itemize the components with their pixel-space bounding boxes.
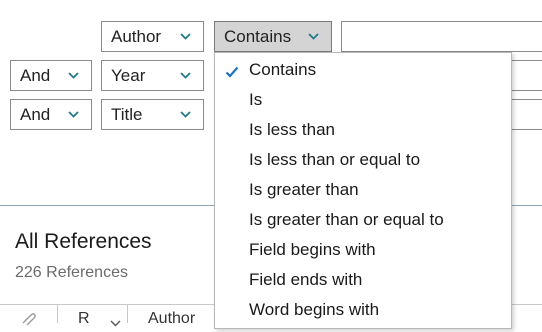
menu-item-label: Contains	[249, 60, 317, 79]
menu-item-label: Word begins with	[249, 300, 380, 319]
menu-item-label: Is greater than	[249, 180, 359, 199]
operator-select-row-1[interactable]: Contains	[214, 21, 332, 52]
field-select-row-1[interactable]: Author	[101, 21, 204, 52]
chevron-down-icon	[68, 72, 79, 79]
menu-item-label: Field begins with	[249, 240, 376, 259]
menu-item-label: Is less than or equal to	[249, 150, 421, 169]
chevron-down-icon	[68, 111, 79, 118]
menu-item-is[interactable]: Is	[215, 85, 511, 115]
menu-item-label: Field ends with	[249, 270, 363, 289]
chevron-down-icon	[180, 72, 191, 79]
connector-select-label: And	[20, 65, 51, 85]
field-select-label: Title	[111, 104, 143, 124]
connector-select-label: And	[20, 104, 51, 124]
paperclip-icon[interactable]	[20, 311, 36, 330]
menu-item-is-less-than-or-equal-to[interactable]: Is less than or equal to	[215, 145, 511, 175]
chevron-down-icon	[308, 33, 319, 40]
operator-dropdown-menu: Contains Is Is less than Is less than or…	[214, 52, 512, 329]
column-separator	[127, 304, 128, 323]
field-select-row-2[interactable]: Year	[101, 60, 204, 91]
menu-item-label: Is greater than or equal to	[249, 210, 444, 229]
field-select-row-3[interactable]: Title	[101, 99, 204, 130]
chevron-down-icon[interactable]	[110, 314, 121, 332]
menu-item-label: Is	[249, 90, 263, 109]
column-separator	[57, 304, 58, 323]
column-header-author[interactable]: Author	[148, 310, 195, 328]
field-select-label: Author	[111, 26, 162, 46]
menu-item-is-greater-than-or-equal-to[interactable]: Is greater than or equal to	[215, 205, 511, 235]
menu-item-is-greater-than[interactable]: Is greater than	[215, 175, 511, 205]
search-value-input-row-1[interactable]	[341, 21, 542, 52]
checkmark-icon	[225, 63, 239, 83]
menu-item-is-less-than[interactable]: Is less than	[215, 115, 511, 145]
chevron-down-icon	[180, 33, 191, 40]
menu-item-field-ends-with[interactable]: Field ends with	[215, 265, 511, 295]
operator-select-label: Contains	[224, 26, 292, 46]
library-title: All References	[15, 230, 152, 253]
chevron-down-icon	[180, 111, 191, 118]
menu-item-contains[interactable]: Contains	[215, 55, 511, 85]
connector-select-row-3[interactable]: And	[10, 99, 92, 130]
menu-item-field-begins-with[interactable]: Field begins with	[215, 235, 511, 265]
reference-count: 226 References	[15, 264, 128, 281]
menu-item-word-begins-with[interactable]: Word begins with	[215, 295, 511, 325]
connector-select-row-2[interactable]: And	[10, 60, 92, 91]
field-select-label: Year	[111, 65, 146, 85]
menu-item-label: Is less than	[249, 120, 335, 139]
column-header-read[interactable]: R	[78, 310, 90, 328]
